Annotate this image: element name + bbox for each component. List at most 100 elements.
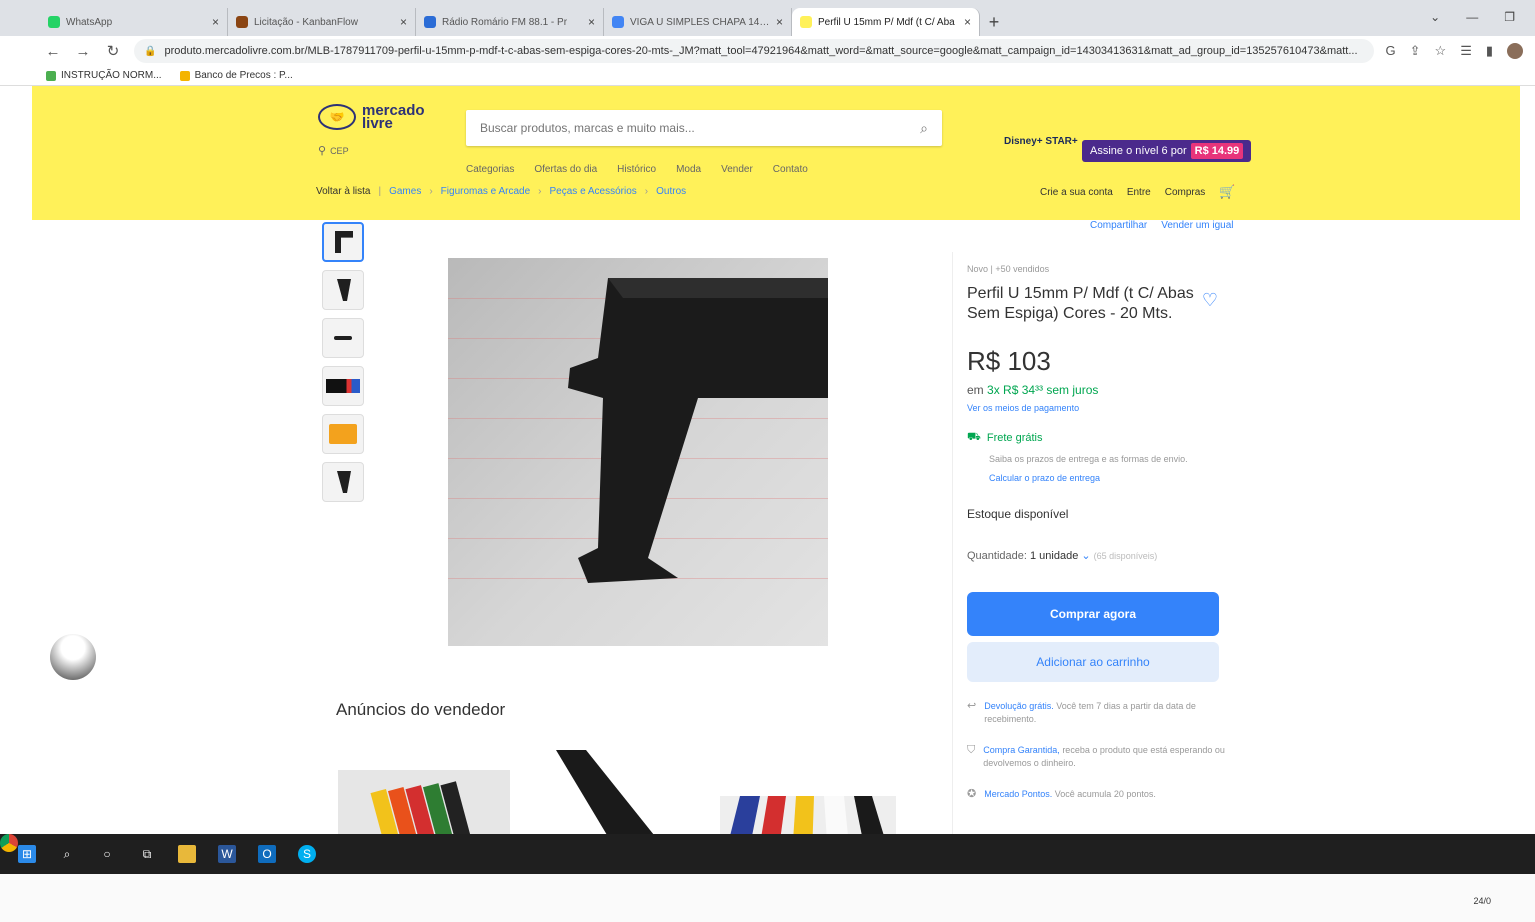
bookmark-item[interactable]: Banco de Precos : P... [179,70,293,81]
login-link[interactable]: Entre [1127,187,1151,198]
header-menu-item[interactable]: Categorias [466,164,514,175]
back-to-list-link[interactable]: Voltar à lista [316,186,370,197]
reading-list-icon[interactable]: ☰ [1460,43,1472,59]
cortana-icon[interactable]: ○ [98,845,116,863]
thumbnail[interactable] [322,318,364,358]
thumbnail[interactable] [322,366,364,406]
skype-icon[interactable]: S [298,845,316,863]
chevron-down-icon[interactable]: ⌄ [1430,10,1440,24]
mercado-livre-logo[interactable]: 🤝 mercado livre [318,103,425,131]
tab-favicon-icon [800,16,812,28]
close-icon[interactable]: × [964,15,971,29]
tab-title: VIGA U SIMPLES CHAPA 14 - Go [630,16,770,28]
cep-selector[interactable]: ⚲ CEP [318,144,349,157]
address-bar[interactable]: 🔒 produto.mercadolivre.com.br/MLB-178791… [134,39,1374,63]
browser-tab[interactable]: Rádio Romário FM 88.1 - Pr × [416,8,604,36]
add-to-cart-button[interactable]: Adicionar ao carrinho [967,642,1219,682]
stock-status: Estoque disponível [967,507,1069,521]
product-main-image[interactable] [448,258,828,646]
installments-prefix: em [967,383,984,397]
tab-title: WhatsApp [66,16,113,28]
thumbnail[interactable] [322,414,364,454]
star-icon[interactable]: ☆ [1435,43,1447,59]
close-icon[interactable]: × [400,15,407,29]
outlook-icon[interactable]: O [258,845,276,863]
chevron-down-icon: ⌄ [1081,550,1091,562]
forward-arrow-icon[interactable]: → [74,43,92,60]
quantity-selector[interactable]: Quantidade: 1 unidade ⌄ (65 disponíveis) [967,549,1228,562]
tab-title: Rádio Romário FM 88.1 - Pr [442,16,568,28]
subscription-promo[interactable]: Assine o nível 6 por R$ 14.99 [1082,140,1252,162]
payment-methods-link[interactable]: Ver os meios de pagamento [967,403,1228,413]
browser-tab[interactable]: Perfil U 15mm P/ Mdf (t C/ Aba × [792,8,980,36]
breadcrumb-item[interactable]: Outros [656,186,686,197]
google-icon[interactable]: G [1386,43,1396,59]
user-menu: Crie a sua conta Entre Compras 🛒 [1040,184,1236,200]
profile-avatar[interactable] [1507,43,1523,59]
windows-start-icon[interactable]: ⊞ [18,845,36,863]
calculate-delivery-link[interactable]: Calcular o prazo de entrega [989,473,1228,483]
thumbnail[interactable] [322,462,364,502]
toolbar-icons: G ⇪ ☆ ☰ ▮ [1386,43,1523,59]
thumbnail[interactable] [322,270,364,310]
handshake-icon: 🤝 [318,104,356,130]
search-input[interactable] [480,121,921,135]
reload-icon[interactable]: ↻ [104,42,122,60]
thumbnail[interactable] [322,222,364,262]
task-view-icon[interactable]: ⧉ [138,845,156,863]
search-icon[interactable]: ⌕ [58,845,76,863]
cart-icon[interactable]: 🛒 [1219,184,1235,200]
browser-tab[interactable]: Licitação - KanbanFlow × [228,8,416,36]
close-icon[interactable]: × [776,15,783,29]
new-tab-button[interactable]: + [980,8,1008,36]
tab-favicon-icon [48,16,60,28]
buy-box: Novo | +50 vendidos Perfil U 15mm P/ Mdf… [952,252,1228,856]
share-link[interactable]: Compartilhar [1090,220,1147,231]
disney-star-logo[interactable]: Disney+ STAR+ [1004,136,1078,147]
restore-icon[interactable]: ❐ [1504,10,1515,24]
chrome-icon[interactable] [0,834,18,852]
perk-link[interactable]: Mercado Pontos. [984,789,1052,799]
close-icon[interactable]: × [212,15,219,29]
search-icon[interactable]: ⌕ [920,120,928,137]
breadcrumb-item[interactable]: Games [389,186,421,197]
header-menu-item[interactable]: Ofertas do dia [534,164,597,175]
back-arrow-icon[interactable]: ← [44,43,62,60]
bookmark-item[interactable]: INSTRUÇÃO NORM... [46,70,162,81]
share-icon[interactable]: ⇪ [1410,43,1421,59]
seller-ads-title: Anúncios do vendedor [336,700,506,719]
scan-margin [0,874,1535,922]
heart-icon[interactable]: ♡ [1202,290,1218,311]
header-menu-item[interactable]: Vender [721,164,753,175]
bookmark-label: INSTRUÇÃO NORM... [61,70,162,81]
buy-now-button[interactable]: Comprar agora [967,592,1219,636]
header-menu-item[interactable]: Moda [676,164,701,175]
file-explorer-icon[interactable] [178,845,196,863]
header-menu-item[interactable]: Histórico [617,164,656,175]
purchases-link[interactable]: Compras [1165,187,1206,198]
minimize-icon[interactable]: — [1466,10,1478,24]
tab-favicon-icon [612,16,624,28]
promo-text: Assine o nível 6 por [1090,145,1187,157]
tab-strip: WhatsApp × Licitação - KanbanFlow × Rádio Ro… [40,8,1008,36]
sell-similar-link[interactable]: Vender um igual [1161,220,1233,231]
promo-price: R$ 14.99 [1190,143,1244,159]
windows-taskbar: ⊞ ⌕ ○ ⧉ W O S [0,834,1535,874]
site-header: 🤝 mercadolivre ⚲ CEP ⌕ Categorias Ofertas… [32,86,1520,220]
sidebar-icon[interactable]: ▮ [1486,43,1493,59]
bookmark-icon [46,70,56,81]
bookmark-icon [179,70,190,81]
create-account-link[interactable]: Crie a sua conta [1040,187,1113,198]
perk-link[interactable]: Compra Garantida, [983,745,1060,755]
close-icon[interactable]: × [588,15,595,29]
breadcrumb-item[interactable]: Figuromas e Arcade [441,186,531,197]
perk-link[interactable]: Devolução grátis. [984,701,1054,711]
header-menu-item[interactable]: Contato [773,164,808,175]
browser-tab[interactable]: VIGA U SIMPLES CHAPA 14 - Go × [604,8,792,36]
perk-guarantee: ⛉ Compra Garantida, receba o produto que… [967,744,1228,770]
word-icon[interactable]: W [218,845,236,863]
bookmarks-bar: INSTRUÇÃO NORM... Banco de Precos : P... [0,66,1535,86]
browser-tab[interactable]: WhatsApp × [40,8,228,36]
installments-value: 3x R$ 34³³ sem juros [987,383,1099,397]
breadcrumb-item[interactable]: Peças e Acessórios [550,186,637,197]
